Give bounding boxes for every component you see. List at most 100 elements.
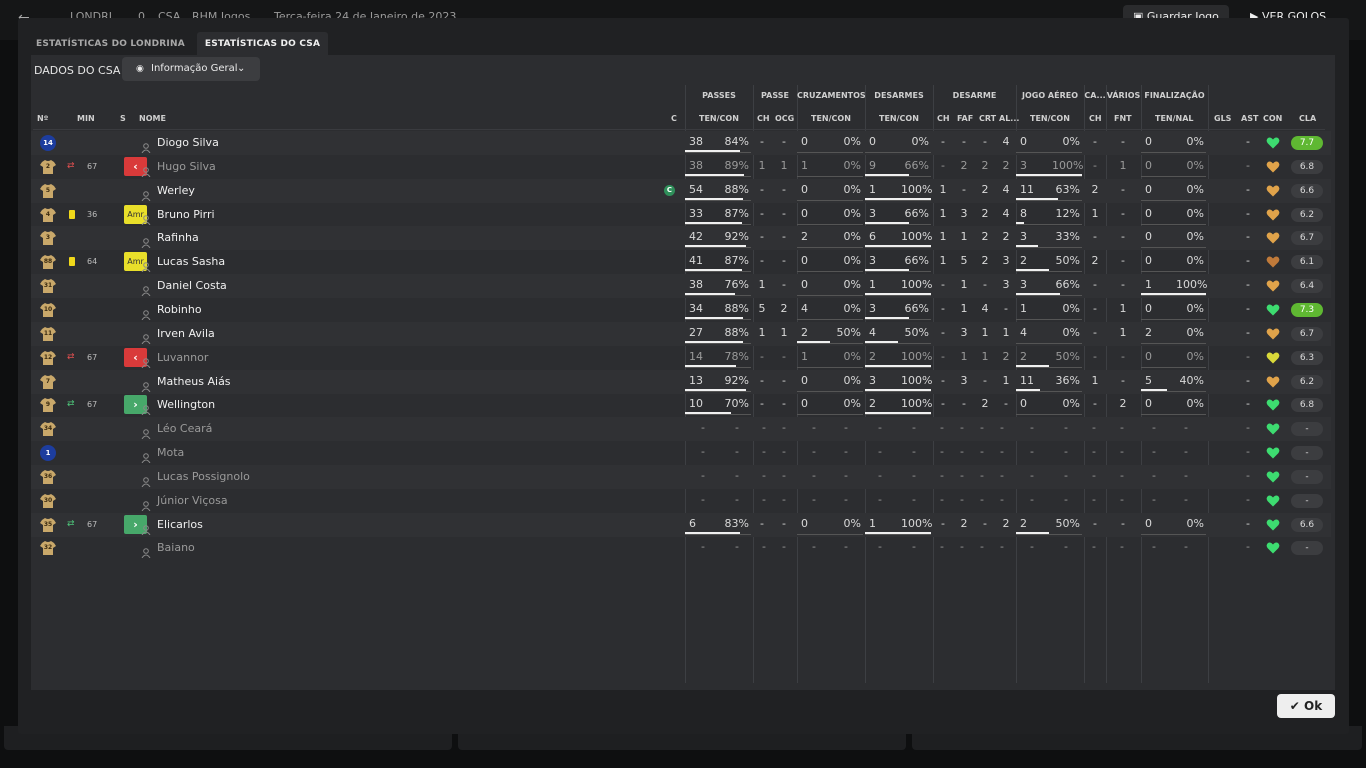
view-dropdown[interactable]: ◉ Informação Geral ⌄: [122, 57, 260, 81]
group-header-jogo-aereo: JOGO AÉREO: [1021, 91, 1078, 100]
fnt-value: -: [1121, 182, 1125, 196]
col-header-name[interactable]: NOME: [139, 114, 166, 123]
player-name[interactable]: Rafinha: [157, 226, 199, 250]
fnt-value: 1: [1119, 325, 1127, 339]
table-row[interactable]: 36 Lucas Possignolo - - - - - - - - - - - - - - - - - - - -: [31, 464, 1331, 489]
shirt-number: 12: [43, 353, 53, 361]
pas-bar-track: [685, 152, 751, 153]
empty-stat: -: [878, 445, 882, 459]
table-row[interactable]: 5 Werley C 54 88% - -0 0% 1 100% 1-2 4 11 63% 2-0 0% -6.…: [31, 178, 1331, 203]
person-icon: [141, 424, 151, 440]
ok-button[interactable]: ✔ Ok: [1277, 694, 1335, 718]
aer-attempts: 0: [1020, 135, 1027, 148]
col-header-passe-ocg[interactable]: OCG: [775, 114, 794, 123]
tackle-stat: -: [941, 301, 945, 315]
table-row[interactable]: 2 ⇄ 67 ‹ Hugo Silva 38 89% 1 1 1 0% 9 66% -2 2 2 3 100% -1…: [31, 155, 1331, 179]
shirt-number: 88: [43, 258, 53, 266]
col-header-fnt[interactable]: FNT: [1114, 114, 1132, 123]
tackle-stat: 4: [1002, 182, 1010, 196]
player-name[interactable]: Matheus Aiás: [157, 370, 231, 394]
shirt-number: 7: [45, 377, 51, 385]
shirt-number: 31: [43, 282, 53, 290]
player-name[interactable]: Lucas Sasha: [157, 250, 225, 274]
col-header-sub[interactable]: S: [120, 114, 126, 123]
table-row[interactable]: 32 Baiano - - - - - - - - - - - - - - - - - - - -: [31, 536, 1331, 560]
col-header-assists[interactable]: AST: [1241, 114, 1258, 123]
player-name[interactable]: Júnior Viçosa: [157, 489, 228, 513]
fin-percent: 0%: [1186, 135, 1204, 148]
empty-stat: -: [940, 492, 944, 506]
col-header-captain[interactable]: C: [671, 114, 677, 123]
cru-attempts: 0: [801, 135, 808, 148]
col-header-minute[interactable]: MIN: [77, 114, 95, 123]
player-name[interactable]: Bruno Pirri: [157, 203, 215, 227]
fin-bar-track: [1141, 175, 1206, 177]
col-header-crt[interactable]: CRT: [979, 114, 996, 123]
player-name[interactable]: Robinho: [157, 298, 202, 322]
player-name[interactable]: Mota: [157, 441, 184, 465]
table-row[interactable]: 88 64 Amr Lucas Sasha 41 87% - -0 0% 3 66% 1 5 2 3 2 50%…: [31, 250, 1331, 274]
col-header-aerial[interactable]: TEN/CON: [1030, 114, 1070, 123]
player-name[interactable]: Daniel Costa: [157, 274, 227, 298]
shirt-icon: 3: [40, 230, 56, 246]
table-row[interactable]: 11 Irven Avila 27 88% 1 1 2 50% 4 50% -3 1 1 4 0% -1 2 0%…: [31, 321, 1331, 346]
empty-stat: -: [1092, 421, 1096, 435]
fin-bar-track: [1141, 318, 1206, 320]
shirt-number: 32: [43, 544, 53, 552]
empty-stat: -: [980, 468, 984, 482]
fin-percent: 0%: [1186, 301, 1204, 315]
table-row[interactable]: 14 Diogo Silva 38 84% - -0 0% 0 0% - - -4 0 0% - -0 0% -7…: [31, 131, 1331, 155]
shirt-icon: 2: [40, 159, 56, 175]
col-header-number[interactable]: Nº: [37, 114, 48, 123]
fin-attempts: 0: [1145, 516, 1152, 530]
col-header-al[interactable]: AL...: [999, 114, 1019, 123]
player-name[interactable]: Léo Ceará: [157, 417, 212, 441]
player-name[interactable]: Elicarlos: [157, 513, 203, 537]
col-header-rating[interactable]: CLA: [1299, 114, 1316, 123]
col-header-crosses[interactable]: TEN/CON: [811, 114, 851, 123]
table-row[interactable]: 7 Matheus Aiás 13 92% - -0 0% 3 100% -3-1 11 36% 1-5…: [31, 369, 1331, 394]
fnt-value: -: [1121, 206, 1125, 220]
empty-stat: -: [1030, 492, 1034, 506]
col-header-faf[interactable]: FAF: [957, 114, 973, 123]
table-row[interactable]: 30 Júnior Viçosa - - - - - - - - - - - - - - - - - - - -: [31, 489, 1331, 513]
col-header-tackles[interactable]: TEN/CON: [879, 114, 919, 123]
tab-londrina-stats[interactable]: ESTATÍSTICAS DO LONDRINA: [28, 32, 193, 56]
tab-csa-stats[interactable]: ESTATÍSTICAS DO CSA: [196, 32, 329, 56]
player-name[interactable]: Irven Avila: [157, 322, 215, 346]
player-name[interactable]: Luvannor: [157, 346, 208, 370]
empty-stat: -: [1152, 445, 1156, 459]
table-row[interactable]: 4 36 Amr Bruno Pirri 33 87% - -0 0% 3 66% 1 3 2 4 8 12% 1…: [31, 203, 1331, 227]
table-row[interactable]: 1 Mota - - - - - - - - - - - - - - - - - - - -: [31, 441, 1331, 465]
player-name[interactable]: Baiano: [157, 536, 195, 560]
table-row[interactable]: 31 Daniel Costa 38 76% 1-0 0% 1 100% -1-3 3 66% - -1…: [31, 274, 1331, 299]
table-row[interactable]: 34 Léo Ceará - - - - - - - - - - - - - - - - - - - -: [31, 417, 1331, 442]
col-header-goals[interactable]: GLS: [1214, 114, 1231, 123]
player-name[interactable]: Werley: [157, 179, 195, 203]
col-header-desarme-ch[interactable]: CH: [937, 114, 950, 123]
player-name[interactable]: Lucas Possignolo: [157, 465, 250, 489]
table-row[interactable]: 10 Robinho 34 88% 5 2 4 0% 3 66% -1 4-1 0% -1 0 0% -7.3: [31, 298, 1331, 322]
col-header-condition[interactable]: CON: [1263, 114, 1282, 123]
col-header-shots[interactable]: TEN/NAL: [1155, 114, 1194, 123]
empty-stat: -: [878, 540, 882, 554]
player-name[interactable]: Wellington: [157, 393, 215, 417]
table-row[interactable]: 3 Rafinha 42 92% - -2 0% 6 100% 1 1 2 2 3 33% - -0 0% -6.7: [31, 226, 1331, 251]
fin-attempts: 2: [1145, 325, 1152, 339]
person-icon: [141, 496, 151, 512]
person-icon: [141, 520, 151, 535]
col-header-passe-ch[interactable]: CH: [757, 114, 770, 123]
fin-attempts: 0: [1145, 206, 1152, 220]
empty-stat: -: [940, 468, 944, 482]
player-name[interactable]: Hugo Silva: [157, 155, 216, 179]
col-header-ca-ch[interactable]: CH: [1089, 114, 1102, 123]
empty-stat: -: [1064, 468, 1068, 482]
empty-stat: -: [812, 492, 816, 506]
player-name[interactable]: Diogo Silva: [157, 131, 219, 155]
table-row[interactable]: 9 ⇄ 67 › Wellington 10 70% - -0 0% 2 100% - -2-0 0% -2 0…: [31, 393, 1331, 417]
table-row[interactable]: 35 ⇄ 67 › Elicarlos 6 83% - -0 0% 1 100% -2-2 2 50% - -0…: [31, 512, 1331, 537]
table-row[interactable]: 12 ⇄ 67 ‹ Luvannor 14 78% - -1 0% 2 100% -1 1 2 2 50% - -0…: [31, 346, 1331, 370]
fin-attempts: 0: [1145, 135, 1152, 148]
cru-percent: 0%: [843, 230, 861, 244]
col-header-passes[interactable]: TEN/CON: [699, 114, 739, 123]
